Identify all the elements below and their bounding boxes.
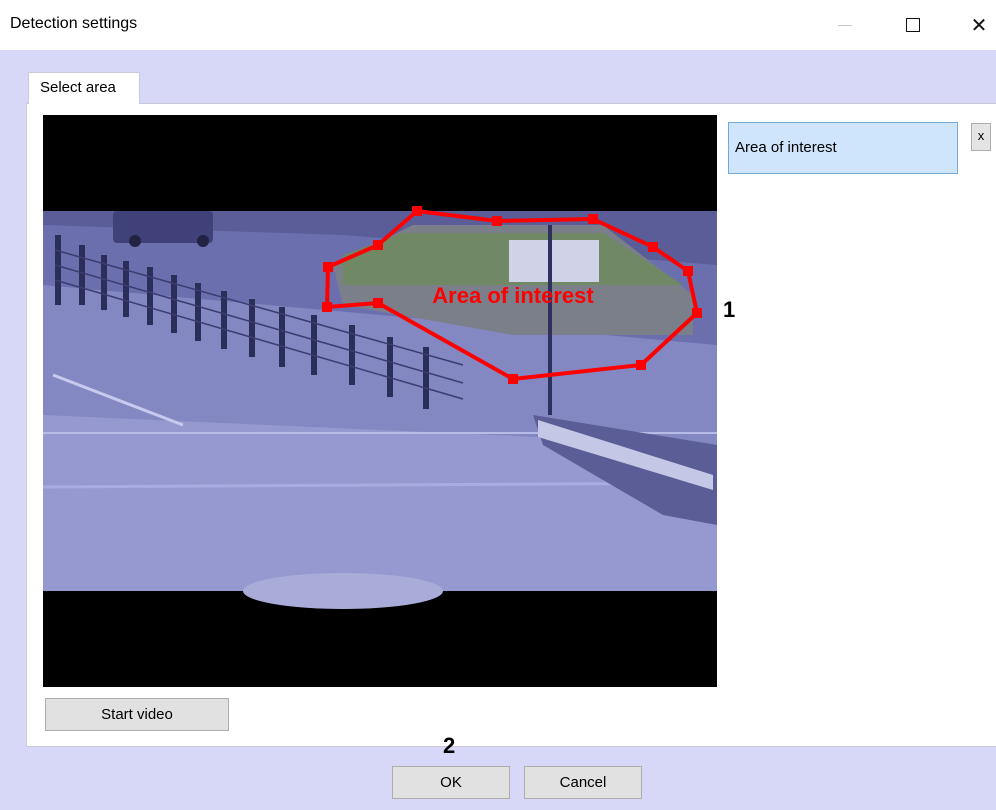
area-label: Area of interest bbox=[432, 283, 594, 308]
vertex-handle[interactable] bbox=[508, 374, 518, 384]
callout-1: 1 bbox=[723, 297, 736, 322]
ok-button[interactable]: OK bbox=[392, 766, 510, 799]
vertex-handle[interactable] bbox=[636, 360, 646, 370]
remove-area-button[interactable]: x bbox=[971, 123, 991, 151]
minimize-button[interactable] bbox=[822, 8, 868, 42]
maximize-button[interactable] bbox=[890, 8, 936, 42]
vertex-handle[interactable] bbox=[492, 216, 502, 226]
maximize-icon bbox=[906, 18, 920, 32]
camera-frame bbox=[43, 211, 717, 609]
minimize-icon bbox=[838, 24, 852, 26]
vertex-handle[interactable] bbox=[683, 266, 693, 276]
video-preview[interactable]: Area of interest bbox=[43, 115, 717, 687]
close-icon: ✕ bbox=[970, 13, 988, 37]
area-list-item[interactable]: Area of interest bbox=[728, 122, 958, 174]
start-video-button[interactable]: Start video bbox=[45, 698, 229, 731]
window-title: Detection settings bbox=[10, 15, 138, 32]
vertex-handle[interactable] bbox=[412, 206, 422, 216]
callout-2: 2 bbox=[443, 733, 456, 758]
vertex-handle[interactable] bbox=[373, 298, 383, 308]
vertex-handle[interactable] bbox=[692, 308, 702, 318]
vertex-handle[interactable] bbox=[588, 214, 598, 224]
vertex-handle[interactable] bbox=[373, 240, 383, 250]
title-bar: Detection settings ✕ bbox=[0, 0, 996, 50]
vertex-handle[interactable] bbox=[648, 242, 658, 252]
vertex-handle[interactable] bbox=[322, 302, 332, 312]
tab-select-area[interactable]: Select area bbox=[28, 72, 140, 104]
close-button[interactable]: ✕ bbox=[956, 8, 996, 42]
vertex-handle[interactable] bbox=[323, 262, 333, 272]
cancel-button[interactable]: Cancel bbox=[524, 766, 642, 799]
